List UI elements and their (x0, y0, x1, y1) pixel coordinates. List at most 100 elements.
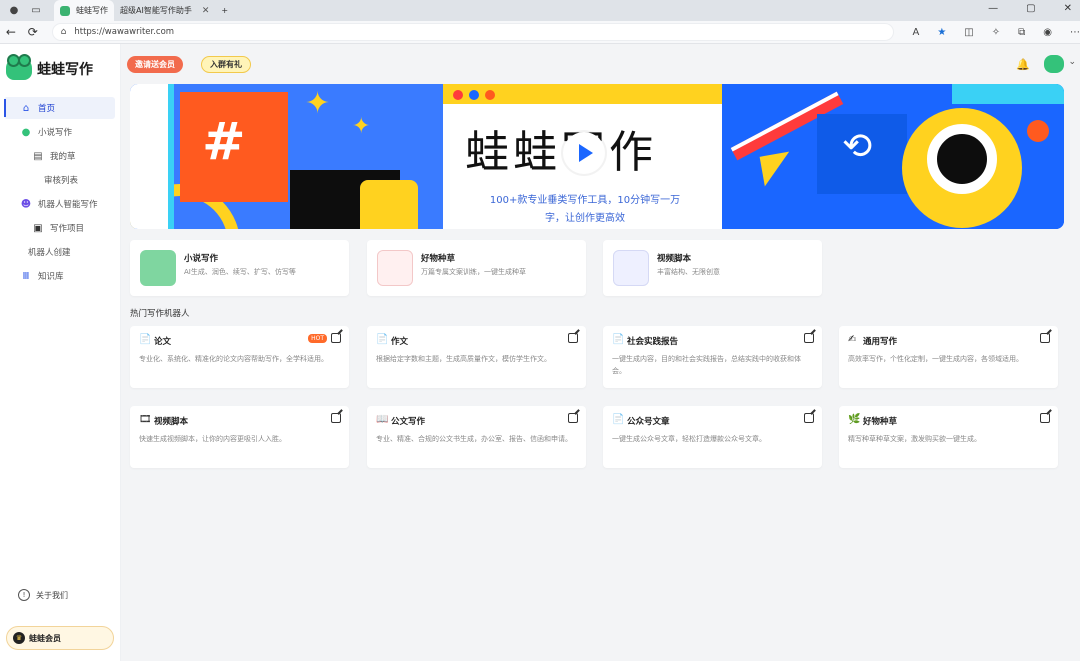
robot-desc: 高效率写作，个性化定制，一键生成内容，各领域适用。 (848, 355, 1023, 363)
robot-card-wechat-article[interactable]: 📄 公众号文章 一键生成公众号文章，轻松打造爆款公众号文章。 (603, 406, 822, 468)
decor-page (130, 84, 174, 229)
member-label: 蛙蛙会员 (29, 633, 61, 643)
browser-tab[interactable]: 超级AI智能写作助手 ✕ (114, 0, 215, 21)
robot-card-practice-report[interactable]: 📄 社会实践报告 一键生成内容，目的和社会实践报告，总结实践中的收获和体会。 (603, 326, 822, 388)
play-button[interactable] (563, 132, 605, 174)
robot-desc: 一键生成公众号文章，轻松打造爆款公众号文章。 (612, 435, 766, 443)
refresh-icon[interactable]: ⟳ (22, 25, 44, 39)
banner-panel-left: # ✦ ✦ (130, 84, 443, 229)
back-icon[interactable]: ← (0, 25, 22, 39)
feature-card-novel[interactable]: 小说写作 AI生成、润色、续写、扩写、仿写等 (130, 240, 349, 296)
feature-desc: 丰富结构、无限创意 (657, 268, 720, 276)
feature-desc: AI生成、润色、续写、扩写、仿写等 (184, 268, 296, 276)
sidebar-item-label: 审核列表 (44, 176, 79, 186)
edit-icon[interactable] (331, 333, 341, 343)
sparkle-icon: ✦ (352, 114, 371, 139)
banner-panel-right: ⟲ (722, 84, 1064, 229)
writing-hand-icon: ✍ (848, 334, 857, 345)
home-icon: ⌂ (22, 102, 30, 114)
tab-label: 蛙蛙写作 (76, 6, 108, 15)
edit-icon[interactable] (804, 333, 814, 343)
thumbs-up-icon (360, 180, 418, 229)
join-group-button[interactable]: 入群有礼 (201, 56, 251, 73)
frog-icon (140, 250, 176, 286)
edit-icon[interactable] (1040, 413, 1050, 423)
chevron-down-icon[interactable]: ⌄ (1068, 57, 1076, 67)
robot-card-official-doc[interactable]: 📖 公文写作 专业、精准、合规的公文书生成，办公室、报告、信函和申请。 (367, 406, 586, 468)
url-field[interactable]: ⌂ https://wawawriter.com (51, 23, 895, 41)
decor-dot (1027, 120, 1049, 142)
feature-title: 好物种草 (421, 254, 456, 264)
video-script-icon (613, 250, 649, 286)
leaf-icon: 🌿 (848, 414, 861, 425)
read-aloud-icon[interactable]: A (912, 27, 919, 38)
sidebar-item-label: 首页 (38, 104, 56, 114)
sidebar-item-library[interactable]: Ⅲ 知识库 (4, 265, 115, 287)
banner-tagline-line: 100+款专业垂类写作工具，10分钟写一万 (489, 195, 681, 206)
sidebar-item-label: 知识库 (38, 272, 64, 282)
robot-desc: 精写种草种草文案，激发购买欲一键生成。 (848, 435, 981, 443)
sidebar-item-novel[interactable]: ● 小说写作 (4, 121, 115, 143)
about-label: 关于我们 (36, 590, 68, 600)
avatar[interactable] (1044, 55, 1064, 73)
extensions-icon[interactable]: ✧ (992, 27, 1000, 38)
banner-panel-center: 蛙蛙写作 100+款专业垂类写作工具，10分钟写一万 字，让创作更高效 (443, 84, 722, 229)
crown-icon: ♛ (13, 632, 25, 644)
bell-icon[interactable]: 🔔 (1016, 58, 1030, 71)
sidebar-item-drafts[interactable]: ▤ 我的草 (4, 145, 115, 167)
robot-card-video-script[interactable]: 🎞 视频脚本 快速生成视频脚本，让你的内容更吸引人入胜。 (130, 406, 349, 468)
robot-card-essay[interactable]: 📄 作文 根据给定字数和主题，生成高质量作文，模仿学生作文。 (367, 326, 586, 388)
doc-icon: 📄 (612, 414, 625, 425)
new-tab-button[interactable]: + (215, 0, 234, 21)
about-link[interactable]: ! 关于我们 (18, 589, 68, 601)
frog-icon: ● (21, 126, 31, 138)
sidebar-item-label: 机器人智能写作 (38, 200, 98, 210)
member-button[interactable]: ♛ 蛙蛙会员 (6, 626, 114, 650)
sidebar: 蛙蛙写作 ⌂ 首页 ● 小说写作 ▤ 我的草 审核列表 ☻ 机器人智能写作 ▣ … (0, 44, 121, 661)
robot-desc: 专业化、系统化、精准化的论文内容帮助写作，全学科适用。 (139, 355, 328, 363)
brand-logo[interactable]: 蛙蛙写作 (6, 54, 93, 80)
robot-desc: 快速生成视频脚本，让你的内容更吸引人入胜。 (139, 435, 286, 443)
sidebar-item-home[interactable]: ⌂ 首页 (4, 97, 115, 119)
hero-banner[interactable]: # ✦ ✦ 蛙蛙写作 100+款专业垂类写作工具，10分钟写一万 字，让创作更高… (130, 84, 1064, 229)
feature-title: 视频脚本 (657, 254, 692, 264)
maximize-icon[interactable]: ▢ (1026, 3, 1035, 14)
profile-icon[interactable]: ● (6, 3, 22, 19)
split-screen-icon[interactable]: ◫ (964, 27, 973, 38)
feature-desc: 万篇专属文案训练，一键生成种草 (421, 268, 526, 276)
close-window-icon[interactable]: ✕ (1064, 3, 1072, 14)
browser-profile-icon[interactable]: ◉ (1043, 27, 1052, 38)
robot-title: 公文写作 (391, 417, 426, 427)
banner-tagline-line: 字，让创作更高效 (545, 213, 625, 224)
sidebar-item-projects[interactable]: ▣ 写作项目 (4, 217, 115, 239)
report-icon: 📄 (612, 334, 625, 345)
robot-icon: ☻ (20, 198, 32, 210)
tab-actions-icon[interactable]: ▭ (28, 3, 44, 19)
edit-icon[interactable] (568, 413, 578, 423)
robot-card-general[interactable]: ✍ 通用写作 高效率写作，个性化定制，一键生成内容，各领域适用。 (839, 326, 1058, 388)
edit-icon[interactable] (331, 413, 341, 423)
more-icon[interactable]: ⋯ (1070, 27, 1080, 38)
invite-button[interactable]: 邀请送会员 (127, 56, 183, 73)
robot-card-goods[interactable]: 🌿 好物种草 精写种草种草文案，激发购买欲一键生成。 (839, 406, 1058, 468)
feature-card-video[interactable]: 视频脚本 丰富结构、无限创意 (603, 240, 822, 296)
edit-icon[interactable] (804, 413, 814, 423)
sidebar-item-review-list[interactable]: 审核列表 (4, 169, 115, 191)
robot-desc: 专业、精准、合规的公文书生成，办公室、报告、信函和申请。 (376, 435, 572, 443)
feature-card-goods[interactable]: 好物种草 万篇专属文案训练，一键生成种草 (367, 240, 586, 296)
minimize-icon[interactable]: — (988, 3, 998, 14)
dot-red (453, 90, 463, 100)
favorite-star-icon[interactable]: ★ (937, 27, 946, 38)
sidebar-item-robot-create[interactable]: 机器人创建 (4, 241, 115, 263)
collections-icon[interactable]: ⧉ (1018, 27, 1025, 38)
info-icon: ! (18, 589, 30, 601)
doc-icon: 📄 (139, 334, 152, 345)
close-tab-icon[interactable]: ✕ (202, 6, 210, 16)
browser-tab-active[interactable]: 蛙蛙写作 (54, 0, 114, 21)
frog-logo-icon (6, 54, 32, 80)
library-icon: Ⅲ (22, 270, 30, 282)
robot-card-thesis[interactable]: 📄 论文 HOT 专业化、系统化、精准化的论文内容帮助写作，全学科适用。 (130, 326, 349, 388)
edit-icon[interactable] (1040, 333, 1050, 343)
sidebar-item-robot-writing[interactable]: ☻ 机器人智能写作 (4, 193, 115, 215)
edit-icon[interactable] (568, 333, 578, 343)
